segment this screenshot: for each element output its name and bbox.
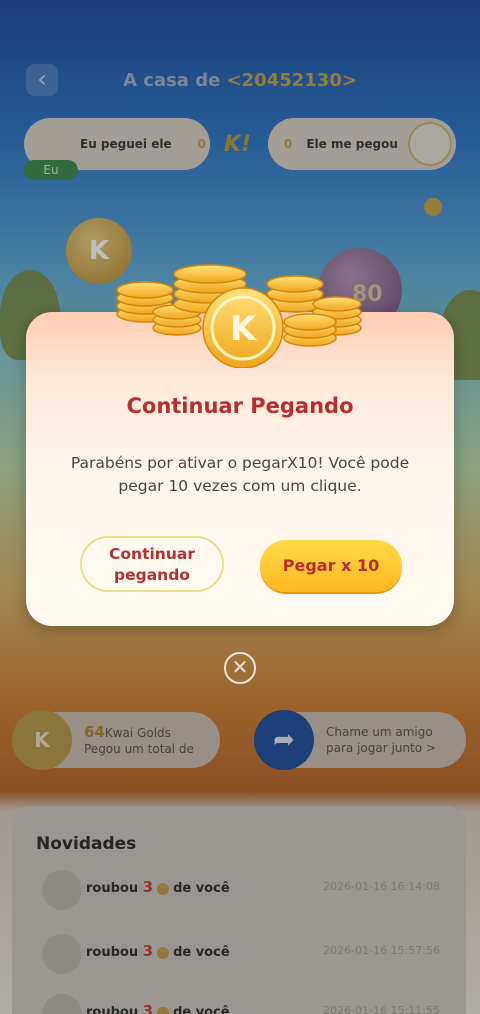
close-icon: ✕ bbox=[231, 655, 249, 679]
coin-pile-icon: K bbox=[116, 264, 362, 368]
continue-button[interactable]: Continuar pegando bbox=[80, 536, 224, 592]
modal-message: Parabéns por ativar o pegarX10! Você pod… bbox=[70, 454, 410, 495]
modal-title: Continuar Pegando bbox=[126, 394, 354, 418]
continue-label-line1: Continuar bbox=[109, 545, 195, 563]
grab-x10-button[interactable]: Pegar x 10 bbox=[260, 540, 402, 592]
close-button[interactable]: ✕ bbox=[224, 652, 256, 684]
continue-label-line2: pegando bbox=[114, 566, 190, 584]
svg-text:K: K bbox=[230, 309, 258, 349]
